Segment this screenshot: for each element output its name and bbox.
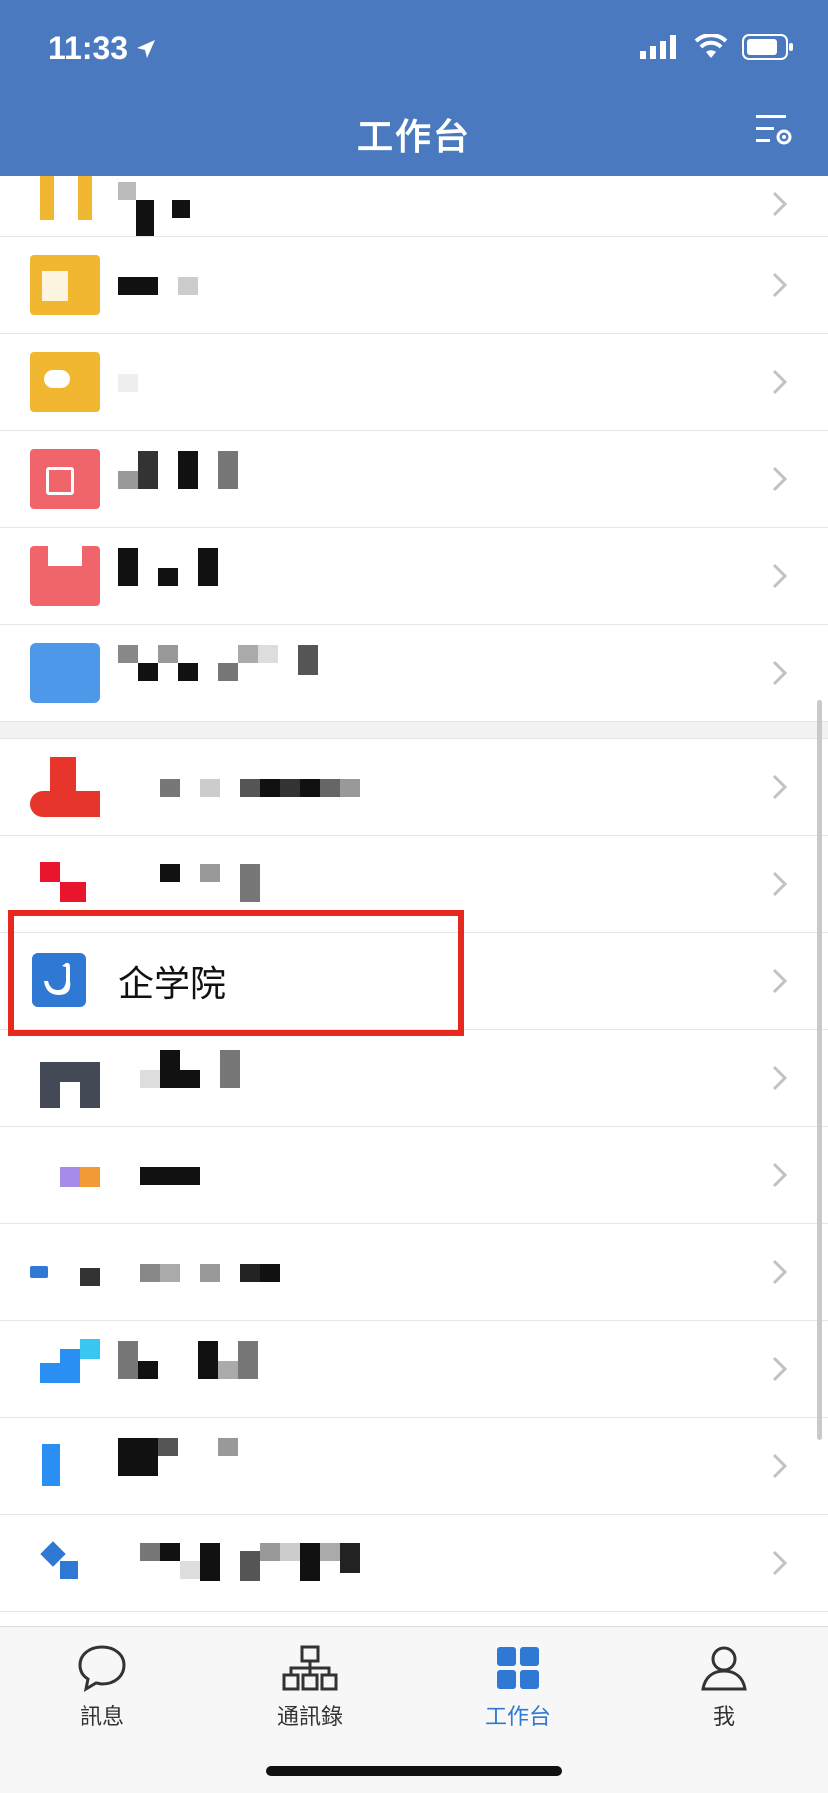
list-item[interactable]	[0, 1030, 828, 1127]
chevron-right-icon	[772, 660, 788, 686]
tab-contacts[interactable]: 通訊錄	[240, 1643, 380, 1731]
document-folder-icon	[30, 255, 100, 315]
swan-icon	[44, 962, 71, 995]
top-header: 11:33 工作台	[0, 0, 828, 176]
app-icon	[30, 1339, 100, 1399]
pixelated-text	[118, 1341, 258, 1397]
chevron-right-icon	[772, 191, 788, 217]
list-item[interactable]	[0, 1127, 828, 1224]
pixelated-text	[118, 451, 238, 507]
pixelated-text	[160, 759, 360, 815]
tab-label: 我	[712, 1704, 735, 1729]
chevron-right-icon	[772, 1453, 788, 1479]
list-item[interactable]	[0, 528, 828, 625]
pixelated-text	[118, 548, 218, 604]
pixelated-text	[140, 1535, 360, 1591]
tab-label: 工作台	[484, 1704, 551, 1729]
list-item[interactable]	[0, 625, 828, 722]
folder-icon	[30, 643, 100, 703]
status-indicators	[640, 34, 794, 60]
pixelated-text	[118, 354, 138, 410]
app-icon	[30, 1145, 100, 1205]
tab-label: 通訊錄	[276, 1704, 343, 1729]
tab-messages[interactable]: 訊息	[32, 1643, 172, 1731]
pixelated-text	[160, 856, 260, 912]
page-title: 工作台	[356, 116, 471, 157]
pixelated-text	[118, 1438, 238, 1494]
list-item[interactable]	[0, 176, 828, 237]
pixelated-text	[118, 645, 318, 701]
location-arrow-icon	[137, 39, 156, 58]
chevron-right-icon	[772, 563, 788, 589]
tab-me[interactable]: 我	[654, 1643, 794, 1731]
chevron-right-icon	[772, 466, 788, 492]
chat-bubble-icon	[78, 1645, 126, 1693]
list-item[interactable]	[0, 1224, 828, 1321]
megaphone-icon	[30, 352, 100, 412]
list-item[interactable]	[0, 334, 828, 431]
chevron-right-icon	[772, 774, 788, 800]
chevron-right-icon	[772, 871, 788, 897]
tab-workbench[interactable]: 工作台	[448, 1643, 588, 1731]
pixelated-text	[140, 1147, 200, 1203]
app-icon	[30, 854, 100, 914]
pixelated-text	[118, 257, 198, 313]
list-item[interactable]	[0, 431, 828, 528]
pixelated-text	[118, 182, 190, 238]
home-indicator	[266, 1766, 562, 1776]
chevron-right-icon	[772, 1259, 788, 1285]
chevron-right-icon	[772, 1065, 788, 1091]
list-item[interactable]	[0, 237, 828, 334]
list-item[interactable]	[0, 1418, 828, 1515]
chevron-right-icon	[772, 1356, 788, 1382]
list-item[interactable]	[0, 739, 828, 836]
list-item[interactable]	[0, 1515, 828, 1612]
battery-icon	[742, 34, 793, 60]
signal-icon	[640, 35, 676, 59]
chevron-right-icon	[772, 1550, 788, 1576]
time-text: 11:33	[48, 30, 129, 66]
chevron-right-icon	[772, 968, 788, 994]
app-list: 企学院	[0, 176, 828, 1612]
list-item[interactable]	[0, 836, 828, 933]
org-chart-icon	[282, 1645, 338, 1691]
section-divider	[0, 722, 828, 739]
app-icon	[30, 176, 100, 220]
list-item[interactable]	[0, 1321, 828, 1418]
wifi-icon	[694, 34, 728, 58]
app-icon	[30, 1048, 100, 1108]
chevron-right-icon	[772, 1162, 788, 1188]
person-icon	[701, 1646, 747, 1691]
settings-list-icon[interactable]	[754, 110, 794, 150]
list-item-qixueyuan[interactable]: 企学院	[0, 933, 828, 1030]
app-icon	[30, 1242, 100, 1302]
app-icon	[30, 546, 100, 606]
status-time: 11:33	[48, 30, 158, 67]
pixelated-text	[140, 1050, 240, 1106]
pixelated-text	[140, 1244, 280, 1300]
app-icon	[30, 1533, 100, 1593]
chevron-right-icon	[772, 369, 788, 395]
qixueyuan-app-icon	[32, 953, 86, 1007]
app-icon	[30, 757, 100, 817]
add-folder-icon	[30, 449, 100, 509]
app-icon	[30, 1436, 100, 1496]
grid-icon	[497, 1647, 539, 1689]
app-name: 企学院	[118, 963, 227, 1004]
scrollbar[interactable]	[817, 700, 822, 1440]
chevron-right-icon	[772, 272, 788, 298]
tab-label: 訊息	[79, 1704, 124, 1729]
